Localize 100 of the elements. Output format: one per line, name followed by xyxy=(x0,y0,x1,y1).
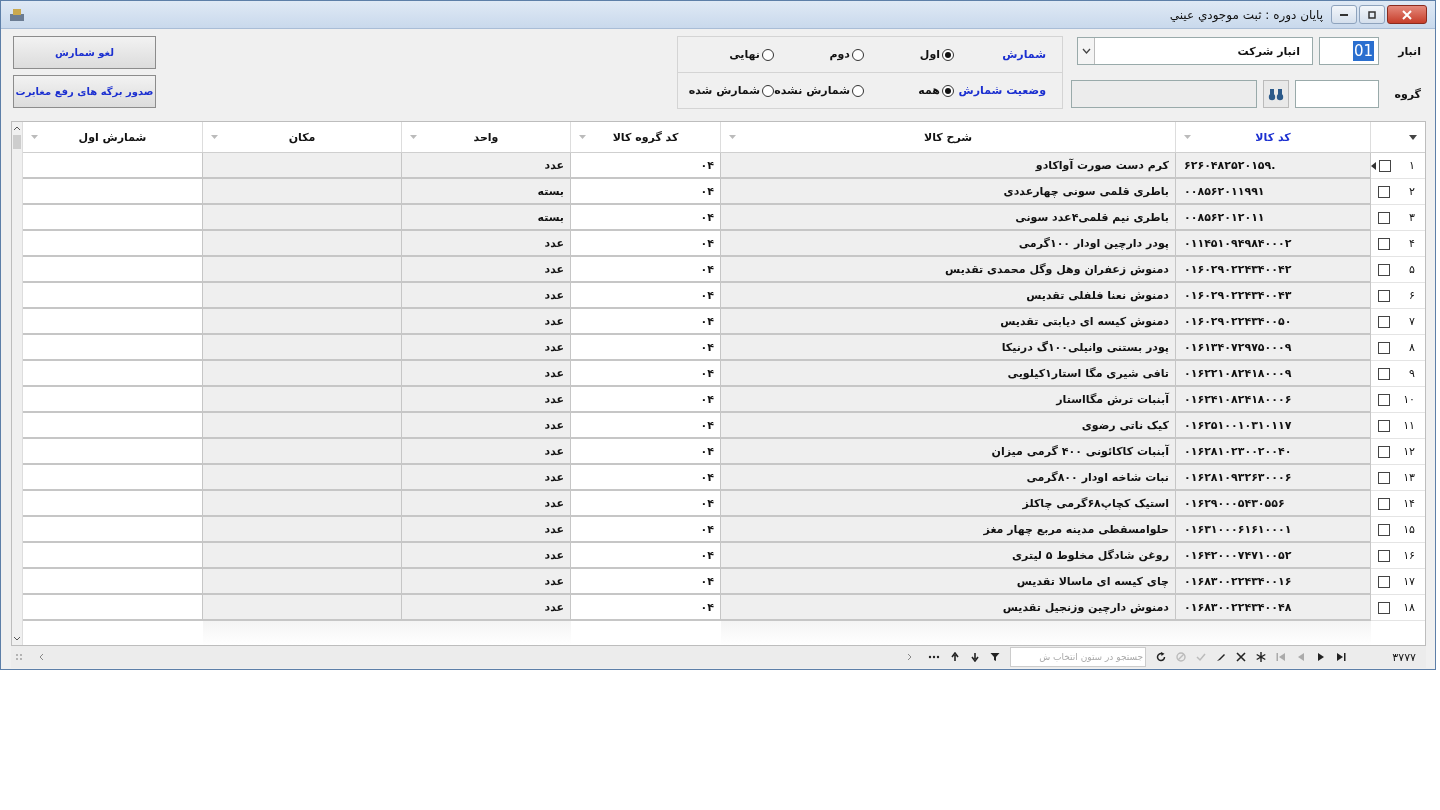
radio-button[interactable] xyxy=(942,48,954,61)
row-checkbox[interactable] xyxy=(1378,159,1391,172)
table-cell: روغن شادگل مخلوط ۵ لیتری xyxy=(721,543,1176,569)
table-cell: عدد xyxy=(402,543,571,569)
column-header[interactable]: مکان xyxy=(288,130,316,144)
table-cell: ۰۴ xyxy=(571,205,721,231)
table-cell: ۰۴ xyxy=(571,309,721,335)
row-checkbox[interactable] xyxy=(1378,497,1390,510)
action-button[interactable]: لغو شمارش xyxy=(13,36,156,69)
record-count: ۳۷۷۷ xyxy=(1391,650,1417,664)
row-number: ۸ xyxy=(1408,341,1415,354)
sort-caret-icon[interactable] xyxy=(1409,134,1417,140)
radio-button[interactable] xyxy=(762,84,774,97)
radio-label[interactable]: دوم xyxy=(829,48,850,61)
radio-label[interactable]: همه xyxy=(918,84,940,97)
scroll-down-icon[interactable] xyxy=(13,636,21,641)
row-checkbox[interactable] xyxy=(1378,237,1390,250)
scroll-up-icon[interactable] xyxy=(13,126,21,131)
table-cell: ۰۰۸۵۶۲۰۱۱۹۹۱ xyxy=(1176,179,1371,205)
column-header[interactable]: شمارش اول xyxy=(78,130,147,144)
vertical-scrollbar[interactable] xyxy=(12,122,23,645)
radio-label[interactable]: شمارش شده xyxy=(688,84,760,97)
table-cell: دمنوش زعفران وهل وگل محمدی تقدیس xyxy=(721,257,1176,283)
warehouse-dropdown[interactable]: انبار شرکت xyxy=(1077,37,1313,65)
radio-button[interactable] xyxy=(852,48,864,61)
table-cell: باطری نیم قلمی۴عدد سونی xyxy=(721,205,1176,231)
row-number: ۹ xyxy=(1408,367,1415,380)
row-number: ۱۸ xyxy=(1402,601,1415,614)
column-header[interactable]: کد کالا xyxy=(1255,130,1291,144)
scroll-right-icon[interactable] xyxy=(907,653,912,661)
next-record-icon[interactable] xyxy=(1316,652,1326,662)
count-round-label: شمارش xyxy=(1001,48,1046,61)
arrow-down-icon[interactable] xyxy=(970,652,980,662)
warehouse-label: انبار xyxy=(1396,44,1422,58)
resize-grip-icon[interactable] xyxy=(15,653,23,661)
radio-label[interactable]: شمارش نشده xyxy=(774,84,850,97)
row-checkbox[interactable] xyxy=(1378,601,1390,614)
group-code-field[interactable] xyxy=(1295,80,1379,108)
row-number: ۱۷ xyxy=(1402,575,1415,588)
table-cell: بسته xyxy=(402,179,571,205)
column-header[interactable]: کد گروه کالا xyxy=(612,130,679,144)
table-cell: عدد xyxy=(402,387,571,413)
table-cell: آبنبات ترش مگااستار xyxy=(721,387,1176,413)
radio-button[interactable] xyxy=(942,84,954,97)
table-cell: ۰۱۶۳۱۰۰۰۶۱۶۱۰۰۰۱ xyxy=(1176,517,1371,543)
row-checkbox[interactable] xyxy=(1378,263,1390,276)
refresh-icon[interactable] xyxy=(1156,652,1166,662)
table-cell: ۰۱۶۲۹۰۰۰۵۴۳۰۵۵۶ xyxy=(1176,491,1371,517)
table-cell: نبات شاخه اودار ۸۰۰گرمی xyxy=(721,465,1176,491)
column-header[interactable]: واحد xyxy=(473,130,499,144)
radio-label[interactable]: نهایی xyxy=(729,48,760,61)
scroll-left-icon[interactable] xyxy=(39,653,44,661)
table-cell: دمنوش دارچین وزنجیل تقدیس xyxy=(721,595,1176,621)
column-header[interactable]: شرح کالا xyxy=(923,130,973,144)
arrow-up-icon[interactable] xyxy=(950,652,960,662)
row-checkbox[interactable] xyxy=(1378,549,1390,562)
edit-icon[interactable] xyxy=(1216,652,1226,662)
delete-icon[interactable] xyxy=(1236,652,1246,662)
table-cell: ۰۱۶۲۴۱۰۸۲۴۱۸۰۰۰۶ xyxy=(1176,387,1371,413)
table-cell: ۰۴ xyxy=(571,491,721,517)
row-checkbox[interactable] xyxy=(1378,523,1390,536)
table-cell: عدد xyxy=(402,335,571,361)
radio-button[interactable] xyxy=(852,84,864,97)
search-button[interactable] xyxy=(1263,80,1289,108)
close-button[interactable] xyxy=(1387,5,1427,24)
row-number: ۱۳ xyxy=(1402,471,1415,484)
minimize-button[interactable] xyxy=(1331,5,1357,24)
radio-button[interactable] xyxy=(762,48,774,61)
table-cell: ۰۱۶۲۸۱۰۹۳۲۶۳۰۰۰۶ xyxy=(1176,465,1371,491)
action-button[interactable]: صدور برگه های رفع مغایرت xyxy=(13,75,156,108)
table-cell: ۰۴ xyxy=(571,569,721,595)
warehouse-code-field[interactable]: 01 xyxy=(1319,37,1379,65)
table-cell: عدد xyxy=(402,153,571,179)
table-cell: پودر بستنی وانیلی۱۰۰گ درنیکا xyxy=(721,335,1176,361)
scroll-thumb[interactable] xyxy=(13,135,21,149)
row-checkbox[interactable] xyxy=(1378,185,1390,198)
row-checkbox[interactable] xyxy=(1378,471,1390,484)
row-checkbox[interactable] xyxy=(1378,445,1390,458)
asterisk-icon[interactable] xyxy=(1256,652,1266,662)
restore-button[interactable] xyxy=(1359,5,1385,24)
row-number: ۱۵ xyxy=(1402,523,1415,536)
table-cell: ۰۴ xyxy=(571,387,721,413)
row-checkbox[interactable] xyxy=(1378,419,1390,432)
search-field[interactable]: جستجو در ستون انتخاب ش xyxy=(1010,647,1146,667)
check-icon[interactable] xyxy=(1196,652,1206,662)
row-checkbox[interactable] xyxy=(1378,315,1390,328)
row-checkbox[interactable] xyxy=(1378,211,1390,224)
row-checkbox[interactable] xyxy=(1378,289,1390,302)
table-cell: ۰۱۶۲۲۱۰۸۲۴۱۸۰۰۰۹ xyxy=(1176,361,1371,387)
row-checkbox[interactable] xyxy=(1378,575,1390,588)
table-cell: عدد xyxy=(402,517,571,543)
radio-label[interactable]: اول xyxy=(919,48,940,61)
row-checkbox[interactable] xyxy=(1378,367,1390,380)
binoculars-icon xyxy=(1268,87,1284,101)
row-checkbox[interactable] xyxy=(1378,341,1390,354)
row-checkbox[interactable] xyxy=(1378,393,1390,406)
last-record-icon[interactable] xyxy=(1336,652,1346,662)
row-number: ۱۰ xyxy=(1402,393,1415,406)
more-icon[interactable] xyxy=(928,655,940,659)
filter-icon[interactable] xyxy=(990,652,1000,662)
